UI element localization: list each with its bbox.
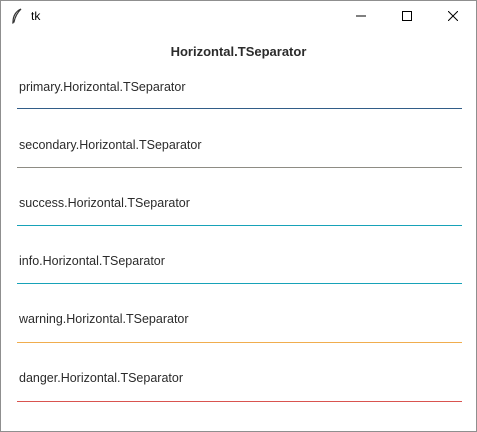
separator-label-danger: danger.Horizontal.TSeparator [19,371,183,385]
separator-label-success: success.Horizontal.TSeparator [19,196,190,210]
separator-danger [17,401,462,402]
close-icon [448,11,458,21]
separator-warning [17,342,462,343]
separator-secondary [17,167,462,168]
app-window: tk Horizontal.TSeparator primary.Horizon… [0,0,477,432]
minimize-icon [356,15,366,17]
minimize-button[interactable] [338,1,384,31]
separator-label-primary: primary.Horizontal.TSeparator [19,80,186,94]
title-bar[interactable]: tk [1,1,476,31]
maximize-icon [402,11,412,21]
separator-label-warning: warning.Horizontal.TSeparator [19,312,189,326]
close-button[interactable] [430,1,476,31]
separator-label-secondary: secondary.Horizontal.TSeparator [19,138,202,152]
separator-info [17,283,462,284]
feather-icon [11,8,23,24]
maximize-button[interactable] [384,1,430,31]
separator-primary [17,108,462,109]
window-title: tk [31,9,41,23]
separator-label-info: info.Horizontal.TSeparator [19,254,165,268]
separator-success [17,225,462,226]
page-heading: Horizontal.TSeparator [170,44,307,59]
